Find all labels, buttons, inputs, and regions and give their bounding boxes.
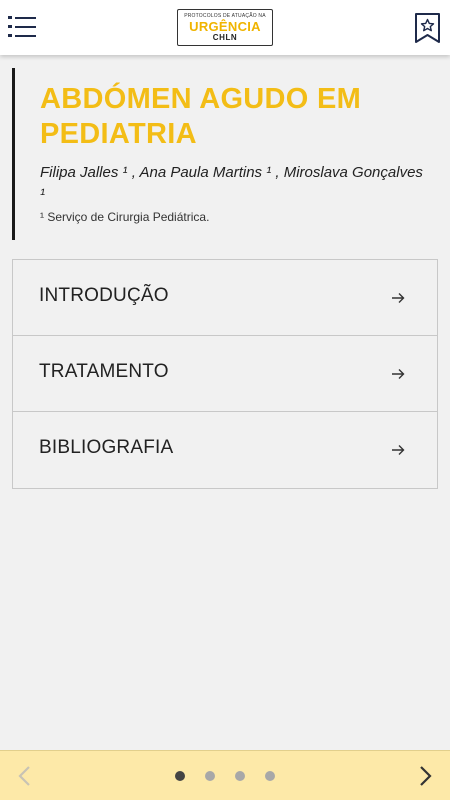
section-label: TRATAMENTO	[39, 361, 169, 382]
arrow-right-icon	[392, 445, 405, 455]
pager-bar	[0, 750, 450, 800]
section-label: BIBLIOGRAFIA	[39, 437, 174, 458]
article-authors: Filipa Jalles ¹ , Ana Paula Martins ¹ , …	[40, 164, 423, 203]
article-header: ABDÓMEN AGUDO EM PEDIATRIA Filipa Jalles…	[12, 68, 432, 240]
sections-list: INTRODUÇÃO TRATAMENTO BIBLIOGRAFIA	[12, 259, 438, 489]
section-item-bibliografia[interactable]: BIBLIOGRAFIA	[13, 412, 437, 488]
section-label: INTRODUÇÃO	[39, 285, 169, 306]
page-indicator	[170, 771, 290, 783]
article-affiliation: ¹ Serviço de Cirurgia Pediátrica.	[40, 210, 210, 224]
menu-button[interactable]	[8, 14, 36, 40]
page-dot-3[interactable]	[235, 771, 245, 781]
previous-page-button[interactable]	[14, 763, 34, 789]
app-logo: PROTOCOLOS DE ATUAÇÃO NA URGÊNCIA CHLN	[177, 9, 273, 46]
section-item-introducao[interactable]: INTRODUÇÃO	[13, 260, 437, 336]
next-page-button[interactable]	[416, 763, 436, 789]
logo-org: CHLN	[212, 33, 238, 42]
arrow-right-icon	[392, 369, 405, 379]
arrow-right-icon	[392, 293, 405, 303]
article-title: ABDÓMEN AGUDO EM PEDIATRIA	[40, 83, 362, 150]
chevron-right-icon	[420, 766, 432, 786]
logo-title: URGÊNCIA	[189, 19, 261, 34]
bookmark-button[interactable]	[414, 12, 441, 44]
bookmark-star-icon	[415, 13, 440, 43]
app-header: PROTOCOLOS DE ATUAÇÃO NA URGÊNCIA CHLN	[0, 0, 450, 55]
section-item-tratamento[interactable]: TRATAMENTO	[13, 336, 437, 412]
page-dot-2[interactable]	[205, 771, 215, 781]
page-dot-1[interactable]	[175, 771, 185, 781]
page-dot-4[interactable]	[265, 771, 275, 781]
chevron-left-icon	[18, 766, 30, 786]
